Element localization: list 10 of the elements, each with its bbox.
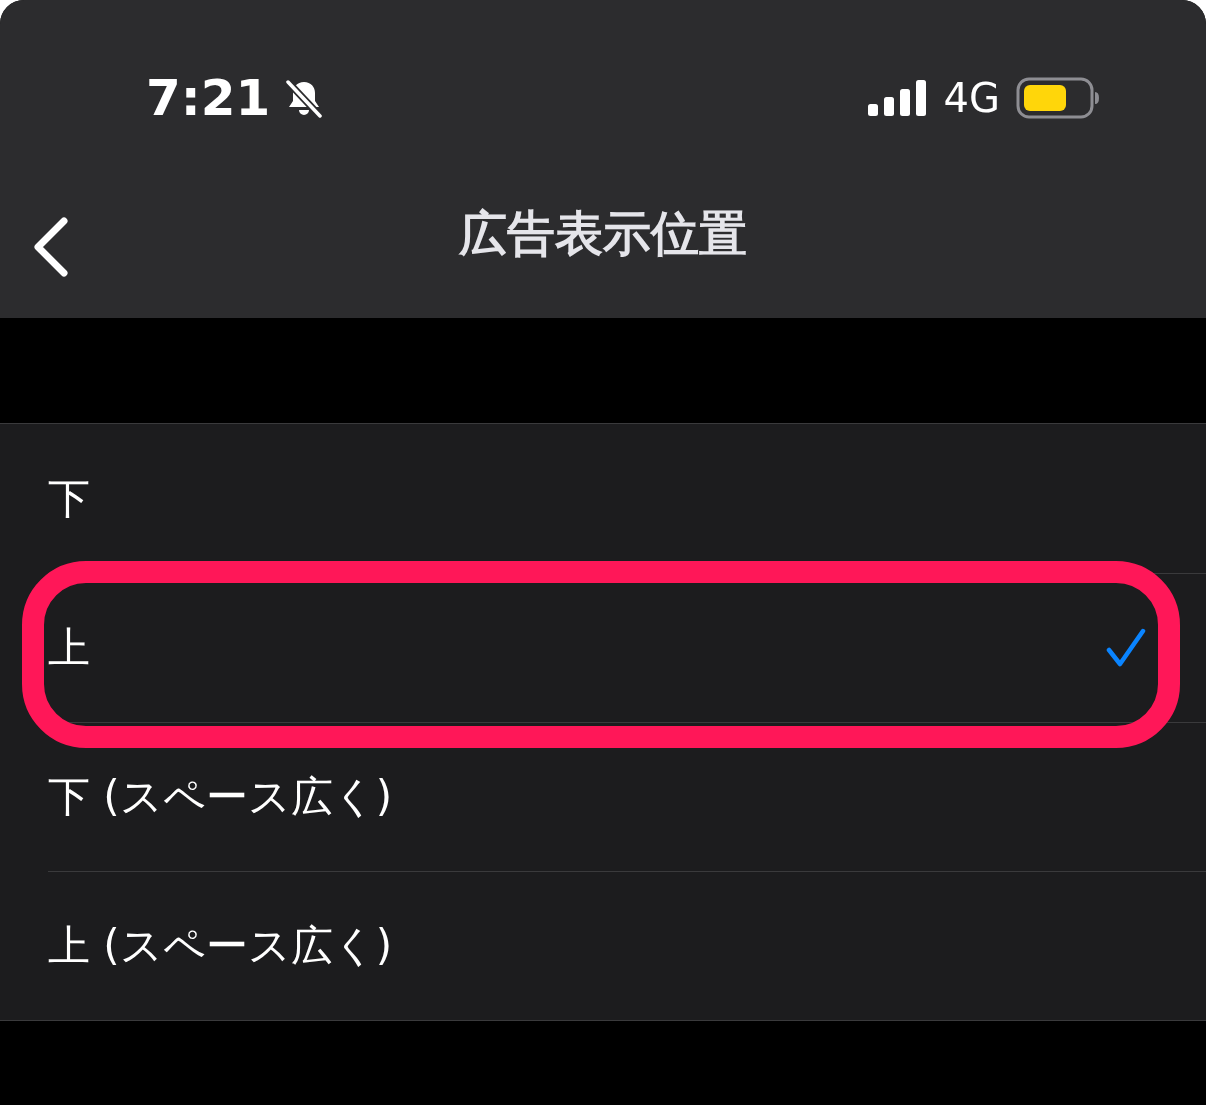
status-time: 7:21 [146, 69, 271, 127]
screen-title: 広告表示位置 [459, 204, 747, 263]
network-label: 4G [943, 75, 1000, 121]
battery-icon [1016, 77, 1100, 119]
option-label[interactable]: 下 [48, 470, 1146, 527]
bell-slash-icon [284, 78, 325, 118]
option-label[interactable]: 下 (スペース広く) [48, 768, 1146, 825]
signal-icon [867, 80, 928, 116]
option-label[interactable]: 上 (スペース広く) [48, 917, 1146, 974]
option-label[interactable]: 上 [48, 619, 1106, 676]
